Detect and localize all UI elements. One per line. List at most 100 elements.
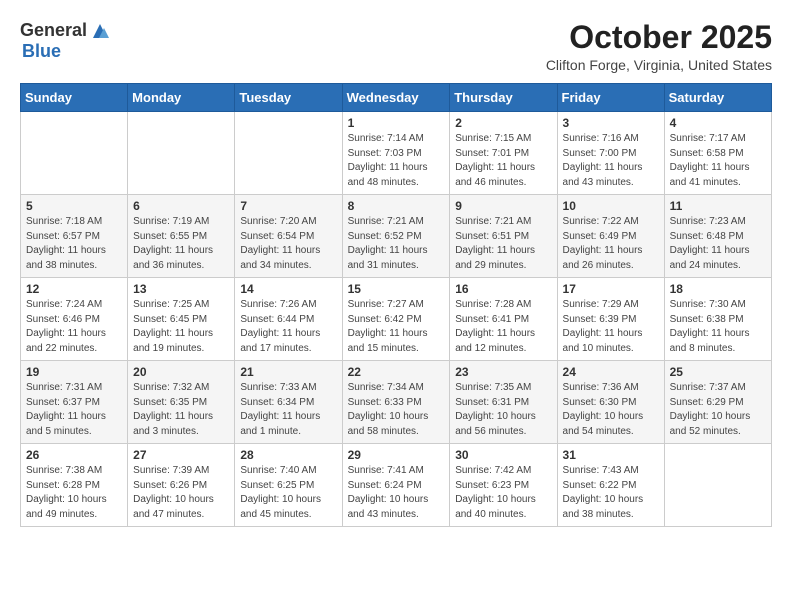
calendar-week-5: 26Sunrise: 7:38 AMSunset: 6:28 PMDayligh… bbox=[21, 444, 772, 527]
logo: General Blue bbox=[20, 20, 111, 62]
day-info: Sunrise: 7:39 AMSunset: 6:26 PMDaylight:… bbox=[133, 464, 229, 522]
calendar-cell: 16 Sunrise: 7:28 AMSunset: 6:41 PMDayligh… bbox=[450, 278, 557, 361]
day-info: Sunrise: 7:29 AMSunset: 6:39 PMDaylight:… bbox=[563, 298, 659, 356]
day-number: 18 bbox=[670, 282, 766, 296]
day-number: 6 bbox=[133, 199, 229, 213]
weekday-header-monday: Monday bbox=[128, 84, 235, 112]
title-block: October 2025 Clifton Forge, Virginia, Un… bbox=[546, 20, 772, 73]
calendar-cell: 22Sunrise: 7:34 AMSunset: 6:33 PMDayligh… bbox=[342, 361, 450, 444]
calendar-cell: 1Sunrise: 7:14 AMSunset: 7:03 PMDaylight… bbox=[342, 112, 450, 195]
day-number: 15 bbox=[348, 282, 445, 296]
day-info: Sunrise: 7:35 AMSunset: 6:31 PMDaylight:… bbox=[455, 381, 551, 439]
weekday-header-sunday: Sunday bbox=[21, 84, 128, 112]
day-number: 26 bbox=[26, 448, 122, 462]
calendar-cell: 9 Sunrise: 7:21 AMSunset: 6:51 PMDaylight… bbox=[450, 195, 557, 278]
calendar-cell: 31 Sunrise: 7:43 AMSunset: 6:22 PMDayligh… bbox=[557, 444, 664, 527]
calendar-week-3: 12 Sunrise: 7:24 AMSunset: 6:46 PMDayligh… bbox=[21, 278, 772, 361]
calendar-cell: 18 Sunrise: 7:30 AMSunset: 6:38 PMDayligh… bbox=[664, 278, 771, 361]
day-number: 2 bbox=[455, 116, 551, 130]
day-info: Sunrise: 7:23 AMSunset: 6:48 PMDaylight:… bbox=[670, 215, 766, 273]
day-number: 24 bbox=[563, 365, 659, 379]
calendar-header-row: SundayMondayTuesdayWednesdayThursdayFrid… bbox=[21, 84, 772, 112]
day-number: 3 bbox=[563, 116, 659, 130]
calendar-cell: 15 Sunrise: 7:27 AMSunset: 6:42 PMDayligh… bbox=[342, 278, 450, 361]
calendar-cell: 29 Sunrise: 7:41 AMSunset: 6:24 PMDayligh… bbox=[342, 444, 450, 527]
month-title: October 2025 bbox=[546, 20, 772, 55]
calendar-cell: 24 Sunrise: 7:36 AMSunset: 6:30 PMDayligh… bbox=[557, 361, 664, 444]
weekday-header-tuesday: Tuesday bbox=[235, 84, 342, 112]
weekday-header-wednesday: Wednesday bbox=[342, 84, 450, 112]
day-number: 12 bbox=[26, 282, 122, 296]
calendar-cell: 2 Sunrise: 7:15 AMSunset: 7:01 PMDaylight… bbox=[450, 112, 557, 195]
day-info: Sunrise: 7:40 AMSunset: 6:25 PMDaylight:… bbox=[240, 464, 336, 522]
calendar-cell: 11 Sunrise: 7:23 AMSunset: 6:48 PMDayligh… bbox=[664, 195, 771, 278]
day-info: Sunrise: 7:24 AMSunset: 6:46 PMDaylight:… bbox=[26, 298, 122, 356]
day-number: 16 bbox=[455, 282, 551, 296]
day-number: 14 bbox=[240, 282, 336, 296]
day-number: 23 bbox=[455, 365, 551, 379]
calendar-cell bbox=[21, 112, 128, 195]
day-number: 21 bbox=[240, 365, 336, 379]
calendar-cell: 5 Sunrise: 7:18 AMSunset: 6:57 PMDaylight… bbox=[21, 195, 128, 278]
day-info: Sunrise: 7:30 AMSunset: 6:38 PMDaylight:… bbox=[670, 298, 766, 356]
day-info: Sunrise: 7:43 AMSunset: 6:22 PMDaylight:… bbox=[563, 464, 659, 522]
day-number: 7 bbox=[240, 199, 336, 213]
day-info: Sunrise: 7:18 AMSunset: 6:57 PMDaylight:… bbox=[26, 215, 122, 273]
location-title: Clifton Forge, Virginia, United States bbox=[546, 57, 772, 73]
day-number: 11 bbox=[670, 199, 766, 213]
calendar-cell bbox=[664, 444, 771, 527]
day-info: Sunrise: 7:15 AMSunset: 7:01 PMDaylight:… bbox=[455, 132, 551, 190]
day-number: 25 bbox=[670, 365, 766, 379]
calendar-cell: 10Sunrise: 7:22 AMSunset: 6:49 PMDayligh… bbox=[557, 195, 664, 278]
day-info: Sunrise: 7:28 AMSunset: 6:41 PMDaylight:… bbox=[455, 298, 551, 356]
day-number: 27 bbox=[133, 448, 229, 462]
calendar-cell: 25 Sunrise: 7:37 AMSunset: 6:29 PMDayligh… bbox=[664, 361, 771, 444]
calendar-week-1: 1Sunrise: 7:14 AMSunset: 7:03 PMDaylight… bbox=[21, 112, 772, 195]
day-info: Sunrise: 7:37 AMSunset: 6:29 PMDaylight:… bbox=[670, 381, 766, 439]
day-number: 5 bbox=[26, 199, 122, 213]
day-number: 13 bbox=[133, 282, 229, 296]
day-number: 29 bbox=[348, 448, 445, 462]
day-number: 17 bbox=[563, 282, 659, 296]
calendar-cell: 23 Sunrise: 7:35 AMSunset: 6:31 PMDayligh… bbox=[450, 361, 557, 444]
day-info: Sunrise: 7:26 AMSunset: 6:44 PMDaylight:… bbox=[240, 298, 336, 356]
day-info: Sunrise: 7:34 AMSunset: 6:33 PMDaylight:… bbox=[348, 381, 445, 439]
day-info: Sunrise: 7:14 AMSunset: 7:03 PMDaylight:… bbox=[348, 132, 445, 190]
day-number: 28 bbox=[240, 448, 336, 462]
day-number: 9 bbox=[455, 199, 551, 213]
day-info: Sunrise: 7:20 AMSunset: 6:54 PMDaylight:… bbox=[240, 215, 336, 273]
calendar-cell: 27 Sunrise: 7:39 AMSunset: 6:26 PMDayligh… bbox=[128, 444, 235, 527]
day-info: Sunrise: 7:36 AMSunset: 6:30 PMDaylight:… bbox=[563, 381, 659, 439]
day-info: Sunrise: 7:27 AMSunset: 6:42 PMDaylight:… bbox=[348, 298, 445, 356]
day-info: Sunrise: 7:31 AMSunset: 6:37 PMDaylight:… bbox=[26, 381, 122, 439]
calendar-cell: 26Sunrise: 7:38 AMSunset: 6:28 PMDayligh… bbox=[21, 444, 128, 527]
weekday-header-saturday: Saturday bbox=[664, 84, 771, 112]
day-number: 10 bbox=[563, 199, 659, 213]
calendar-cell: 20Sunrise: 7:32 AMSunset: 6:35 PMDayligh… bbox=[128, 361, 235, 444]
day-info: Sunrise: 7:33 AMSunset: 6:34 PMDaylight:… bbox=[240, 381, 336, 439]
day-info: Sunrise: 7:41 AMSunset: 6:24 PMDaylight:… bbox=[348, 464, 445, 522]
calendar-cell: 19Sunrise: 7:31 AMSunset: 6:37 PMDayligh… bbox=[21, 361, 128, 444]
calendar-cell: 14 Sunrise: 7:26 AMSunset: 6:44 PMDayligh… bbox=[235, 278, 342, 361]
calendar-cell: 4 Sunrise: 7:17 AMSunset: 6:58 PMDaylight… bbox=[664, 112, 771, 195]
day-info: Sunrise: 7:42 AMSunset: 6:23 PMDaylight:… bbox=[455, 464, 551, 522]
day-number: 8 bbox=[348, 199, 445, 213]
calendar-cell: 12 Sunrise: 7:24 AMSunset: 6:46 PMDayligh… bbox=[21, 278, 128, 361]
weekday-header-thursday: Thursday bbox=[450, 84, 557, 112]
day-info: Sunrise: 7:21 AMSunset: 6:52 PMDaylight:… bbox=[348, 215, 445, 273]
calendar-cell: 17 Sunrise: 7:29 AMSunset: 6:39 PMDayligh… bbox=[557, 278, 664, 361]
day-info: Sunrise: 7:19 AMSunset: 6:55 PMDaylight:… bbox=[133, 215, 229, 273]
day-number: 4 bbox=[670, 116, 766, 130]
calendar-table: SundayMondayTuesdayWednesdayThursdayFrid… bbox=[20, 83, 772, 527]
logo-general: General bbox=[20, 21, 87, 41]
weekday-header-friday: Friday bbox=[557, 84, 664, 112]
day-info: Sunrise: 7:17 AMSunset: 6:58 PMDaylight:… bbox=[670, 132, 766, 190]
day-info: Sunrise: 7:21 AMSunset: 6:51 PMDaylight:… bbox=[455, 215, 551, 273]
calendar-week-2: 5 Sunrise: 7:18 AMSunset: 6:57 PMDaylight… bbox=[21, 195, 772, 278]
calendar-cell: 6 Sunrise: 7:19 AMSunset: 6:55 PMDaylight… bbox=[128, 195, 235, 278]
day-number: 31 bbox=[563, 448, 659, 462]
day-info: Sunrise: 7:25 AMSunset: 6:45 PMDaylight:… bbox=[133, 298, 229, 356]
calendar-cell: 13 Sunrise: 7:25 AMSunset: 6:45 PMDayligh… bbox=[128, 278, 235, 361]
calendar-cell: 21 Sunrise: 7:33 AMSunset: 6:34 PMDayligh… bbox=[235, 361, 342, 444]
calendar-cell: 7 Sunrise: 7:20 AMSunset: 6:54 PMDaylight… bbox=[235, 195, 342, 278]
